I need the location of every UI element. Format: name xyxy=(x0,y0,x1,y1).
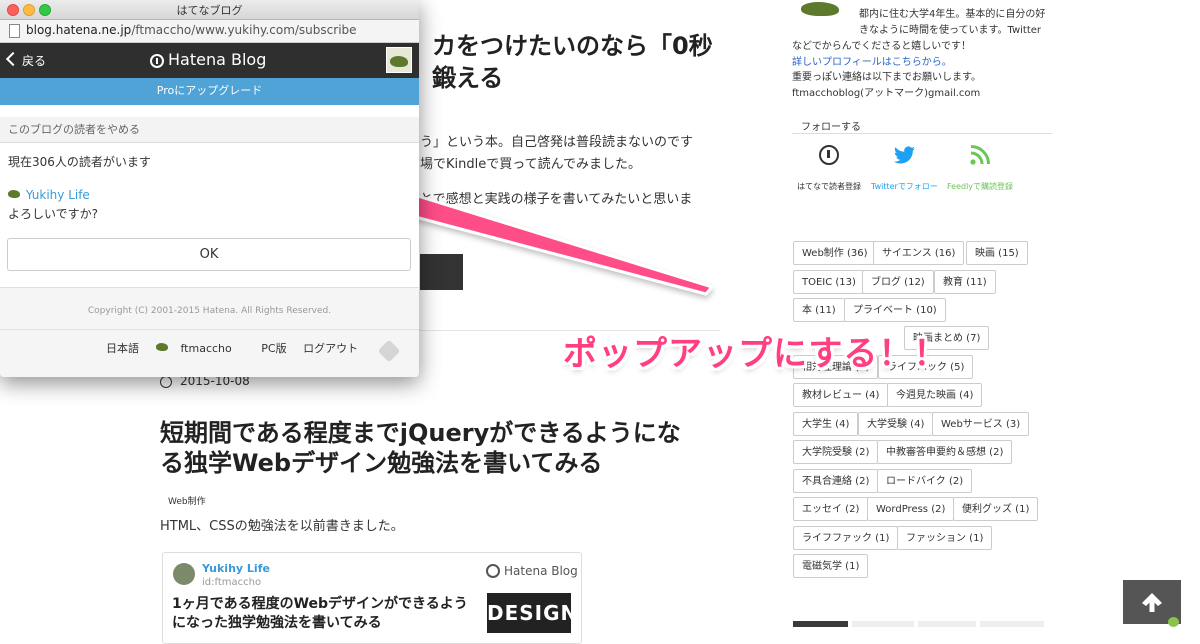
url-text[interactable]: blog.hatena.ne.jp/ftmaccho/www.yukihy.co… xyxy=(26,23,357,37)
url-bar[interactable]: blog.hatena.ne.jp/ftmaccho/www.yukihy.co… xyxy=(0,20,419,43)
user-link[interactable]: ftmaccho xyxy=(155,342,245,355)
url-path: /ftmaccho/www.yukihy.com/subscribe xyxy=(131,23,357,37)
section-heading: このブログの読者をやめる xyxy=(0,117,419,143)
language-link[interactable]: 日本語 xyxy=(106,342,139,355)
popup-footer xyxy=(0,288,419,377)
window-titlebar[interactable]: はてなブログ xyxy=(0,0,419,20)
blog-link[interactable]: Yukihy Life xyxy=(8,188,90,202)
footer-links: 日本語 ftmaccho PC版 ログアウト xyxy=(106,340,371,356)
blog-name: Yukihy Life xyxy=(25,188,90,202)
divider xyxy=(0,329,419,330)
logo-text: Hatena Blog xyxy=(168,50,267,69)
ok-button[interactable]: OK xyxy=(7,238,411,271)
hatena-navbar: 戻る Hatena Blog xyxy=(0,43,419,78)
reader-count: 現在306人の読者がいます xyxy=(8,155,151,169)
user-avatar[interactable] xyxy=(386,47,412,73)
pc-version-link[interactable]: PC版 xyxy=(261,342,286,355)
url-host: blog.hatena.ne.jp xyxy=(26,23,132,37)
confirm-text: よろしいですか? xyxy=(8,207,99,221)
page-icon xyxy=(9,24,20,38)
window-title: はてなブログ xyxy=(176,4,243,17)
hatena-icon xyxy=(150,54,164,68)
user-link-label: ftmaccho xyxy=(180,342,232,355)
user-icon xyxy=(155,343,168,351)
back-button[interactable]: 戻る xyxy=(5,51,47,69)
chevron-left-icon xyxy=(5,51,21,67)
annotation-caption: ポップアップにする！！ xyxy=(563,334,949,374)
copyright: Copyright (C) 2001-2015 Hatena. All Righ… xyxy=(87,306,332,316)
blog-icon xyxy=(8,190,20,198)
logout-link[interactable]: ログアウト xyxy=(303,342,358,355)
back-label: 戻る xyxy=(22,54,47,68)
popup-window[interactable]: はてなブログ blog.hatena.ne.jp/ftmaccho/www.yu… xyxy=(0,0,419,377)
hatena-blog-logo[interactable]: Hatena Blog xyxy=(150,50,266,69)
pro-upgrade-button[interactable]: Proにアップグレード xyxy=(0,78,419,105)
